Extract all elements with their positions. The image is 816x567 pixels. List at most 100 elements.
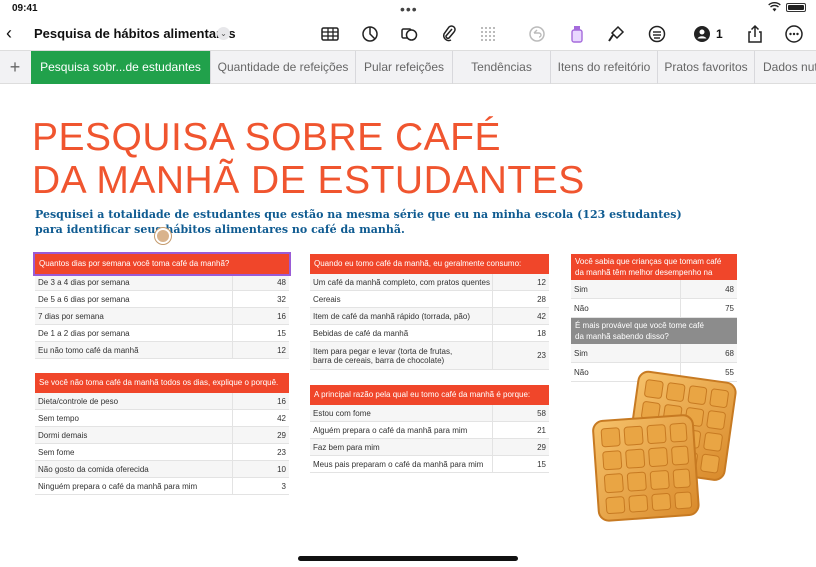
share-icon[interactable] [745,24,765,44]
row-label[interactable]: Sem fome [35,444,233,460]
table-row[interactable]: Dormi demais 29 [35,427,289,444]
add-sheet-button[interactable]: + [0,51,30,84]
collaboration-icon[interactable] [692,24,712,44]
table-row[interactable]: Eu não tomo café da manhã 12 [35,342,289,359]
row-value[interactable]: 28 [493,291,549,307]
row-value[interactable]: 68 [681,344,737,362]
row-label[interactable]: 7 dias por semana [35,308,233,324]
row-value[interactable]: 23 [233,444,289,460]
back-button[interactable]: ‹ [6,23,12,44]
table-reasons-skip[interactable]: Se você não toma café da manhã todos os … [35,373,289,495]
row-label[interactable]: Sim [571,280,681,298]
table-row[interactable]: Não gosto da comida oferecida 10 [35,461,289,478]
row-value[interactable]: 3 [233,478,289,494]
table-row[interactable]: Dieta/controle de peso 16 [35,393,289,410]
home-indicator[interactable] [298,556,518,561]
table-row[interactable]: Alguém prepara o café da manhã para mim 2… [310,422,549,439]
chart-icon[interactable] [360,24,380,44]
row-value[interactable]: 15 [233,325,289,341]
row-value[interactable]: 12 [493,274,549,290]
row-label[interactable]: Um café da manhã completo, com pratos qu… [310,274,493,290]
row-label[interactable]: Cereais [310,291,493,307]
row-value[interactable]: 15 [493,456,549,472]
row-label[interactable]: Não gosto da comida oferecida [35,461,233,477]
row-label[interactable]: Sim [571,344,681,362]
multitask-dots-icon[interactable]: ••• [400,1,418,17]
format-brush-icon[interactable] [606,24,626,44]
table-row[interactable]: Faz bem para mim 29 [310,439,549,456]
tab-pesquisa[interactable]: Pesquisa sobr...de estudantes [31,51,210,84]
table-row[interactable]: De 3 a 4 dias por semana 48 [35,274,289,291]
row-value[interactable]: 16 [233,393,289,409]
row-label[interactable]: Sem tempo [35,410,233,426]
table-did-you-know[interactable]: Você sabia que crianças que tomam café d… [571,254,737,382]
tab-pular[interactable]: Pular refeições [355,51,452,84]
shape-icon[interactable] [399,24,419,44]
table-row[interactable]: Sem fome 23 [35,444,289,461]
row-label[interactable]: Estou com fome [310,405,493,421]
tab-itens[interactable]: Itens do refeitório [550,51,657,84]
table-main-reason[interactable]: A principal razão pela qual eu tomo café… [310,385,549,473]
list-icon[interactable] [647,24,667,44]
row-value[interactable]: 42 [233,410,289,426]
grid-icon[interactable] [478,24,498,44]
table-row[interactable]: Sem tempo 42 [35,410,289,427]
row-label[interactable]: De 1 a 2 dias por semana [35,325,233,341]
row-label[interactable]: De 5 a 6 dias por semana [35,291,233,307]
table-row[interactable]: 7 dias por semana 16 [35,308,289,325]
row-value[interactable]: 10 [233,461,289,477]
row-label[interactable]: Não [571,299,681,317]
row-value[interactable]: 23 [493,342,549,369]
table-header[interactable]: A principal razão pela qual eu tomo café… [310,385,549,405]
chevron-down-icon[interactable]: ⌄ [217,27,230,40]
row-label[interactable]: Bebidas de café da manhã [310,325,493,341]
table-header-likely[interactable]: É mais provável que você tome café da ma… [571,318,737,344]
row-value[interactable]: 48 [233,274,289,290]
row-label[interactable]: Meus pais preparam o café da manhã para … [310,456,493,472]
table-header[interactable]: Se você não toma café da manhã todos os … [35,373,289,393]
row-label[interactable]: Eu não tomo café da manhã [35,342,233,358]
table-row[interactable]: Bebidas de café da manhã 18 [310,325,549,342]
row-label[interactable]: Dieta/controle de peso [35,393,233,409]
page-title[interactable]: PESQUISA SOBRE CAFÉ DA MANHÃ DE ESTUDANT… [32,116,585,202]
waffle-image[interactable] [590,370,740,525]
table-row[interactable]: Não 75 [571,299,737,318]
table-row[interactable]: Sim 48 [571,280,737,299]
document-title[interactable]: Pesquisa de hábitos alimentares [34,26,236,41]
row-label[interactable]: Item de café da manhã rápido (torrada, p… [310,308,493,324]
table-row[interactable]: Sim 68 [571,344,737,363]
table-row[interactable]: Item de café da manhã rápido (torrada, p… [310,308,549,325]
table-row[interactable]: Ninguém prepara o café da manhã para mim… [35,478,289,495]
tab-tendencias[interactable]: Tendências [452,51,550,84]
table-days-per-week[interactable]: Quantos dias por semana você toma café d… [33,252,291,359]
row-value[interactable]: 12 [233,342,289,358]
row-value[interactable]: 42 [493,308,549,324]
row-value[interactable]: 18 [493,325,549,341]
row-value[interactable]: 16 [233,308,289,324]
row-label[interactable]: Alguém prepara o café da manhã para mim [310,422,493,438]
table-header[interactable]: Quando eu tomo café da manhã, eu geralme… [310,254,549,274]
table-row[interactable]: Um café da manhã completo, com pratos qu… [310,274,549,291]
row-value[interactable]: 32 [233,291,289,307]
row-value[interactable]: 48 [681,280,737,298]
row-value[interactable]: 58 [493,405,549,421]
more-icon[interactable] [784,24,804,44]
row-value[interactable]: 29 [493,439,549,455]
undo-icon[interactable] [527,24,547,44]
row-value[interactable]: 75 [681,299,737,317]
table-header[interactable]: Você sabia que crianças que tomam café d… [571,254,737,280]
row-value[interactable]: 29 [233,427,289,443]
table-header[interactable]: Quantos dias por semana você toma café d… [33,252,291,276]
row-label[interactable]: Item para pegar e levar (torta de frutas… [310,342,493,369]
tab-pratos[interactable]: Pratos favoritos [657,51,754,84]
intro-text[interactable]: Pesquisei a totalidade de estudantes que… [35,207,682,237]
row-label[interactable]: Ninguém prepara o café da manhã para mim [35,478,233,494]
paperclip-icon[interactable] [439,24,459,44]
table-row[interactable]: Meus pais preparam o café da manhã para … [310,456,549,473]
tab-quantidade[interactable]: Quantidade de refeições [210,51,355,84]
table-row[interactable]: Cereais 28 [310,291,549,308]
row-value[interactable]: 21 [493,422,549,438]
table-icon[interactable] [320,24,340,44]
row-label[interactable]: De 3 a 4 dias por semana [35,274,233,290]
tab-dados[interactable]: Dados nut [754,51,816,84]
